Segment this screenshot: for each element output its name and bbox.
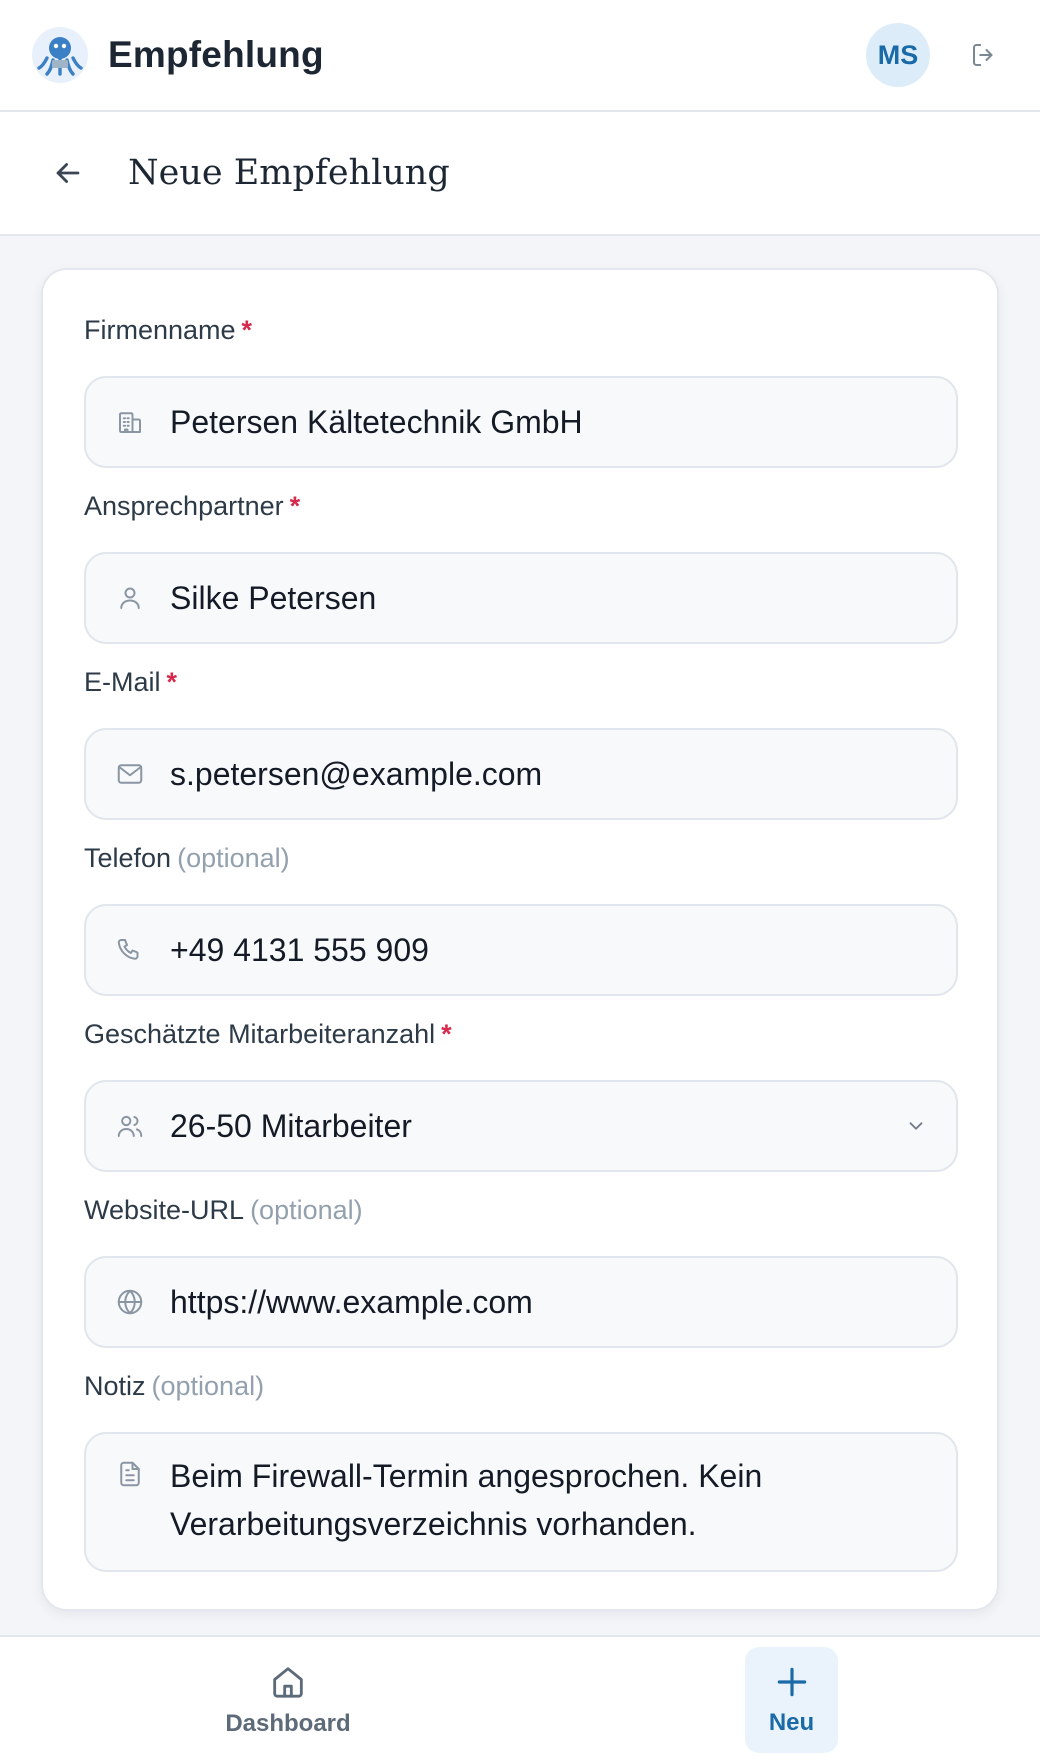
- website-field: Website-URL (optional) https://www.exampl…: [84, 1192, 958, 1348]
- phone-label: Telefon (optional): [84, 843, 290, 873]
- employees-field: Geschätzte Mitarbeiteranzahl * 26-50 Mita…: [84, 1016, 958, 1172]
- plus-icon: [777, 1667, 806, 1697]
- company-label: Firmenname *: [84, 315, 253, 345]
- nav-dashboard-label: Dashboard: [225, 1710, 351, 1737]
- arrow-left-icon: [56, 163, 80, 183]
- required-marker: *: [441, 1019, 452, 1049]
- optional-marker: (optional): [151, 1371, 265, 1401]
- required-marker: *: [289, 491, 301, 521]
- app-root: Empfehlung MS Neue Empfehlung Firmenname…: [0, 0, 1040, 1760]
- user-icon: [114, 582, 146, 614]
- required-marker: *: [241, 315, 253, 345]
- contact-input[interactable]: Silke Petersen: [84, 552, 958, 644]
- note-field: Notiz (optional) Beim Firewall-Termin ang…: [84, 1368, 958, 1572]
- page-title-bar: Neue Empfehlung: [0, 112, 1040, 236]
- nav-new-label: Neu: [768, 1709, 815, 1736]
- company-input[interactable]: Petersen Kältetechnik GmbH: [84, 376, 958, 468]
- phone-value: +49 4131 555 909: [170, 931, 429, 968]
- email-label: E-Mail *: [84, 667, 178, 697]
- website-value: https://www.example.com: [170, 1283, 533, 1320]
- contact-field: Ansprechpartner * Silke Petersen: [84, 488, 958, 644]
- required-marker: *: [166, 667, 178, 697]
- company-value: Petersen Kältetechnik GmbH: [170, 403, 583, 440]
- contact-value: Silke Petersen: [170, 579, 377, 616]
- optional-marker: (optional): [177, 843, 290, 873]
- users-icon: [114, 1110, 146, 1142]
- employees-label: Geschätzte Mitarbeiteranzahl *: [84, 1019, 452, 1049]
- chevron-down-icon: [904, 1114, 928, 1138]
- user-avatar[interactable]: MS: [866, 23, 930, 87]
- globe-icon: [114, 1286, 146, 1318]
- top-header: Empfehlung MS: [0, 0, 1040, 112]
- logout-icon: [973, 44, 993, 66]
- building-icon: [114, 406, 146, 438]
- employees-value: 26-50 Mitarbeiter: [170, 1107, 412, 1144]
- bottom-navigation: Dashboard Neu: [0, 1635, 1040, 1760]
- mail-icon: [114, 758, 146, 790]
- contact-label: Ansprechpartner *: [84, 491, 301, 521]
- page-title: Neue Empfehlung: [128, 153, 450, 193]
- email-input[interactable]: s.petersen@example.com: [84, 728, 958, 820]
- note-textarea[interactable]: Beim Firewall-Termin angesprochen. Kein …: [84, 1432, 958, 1572]
- company-field: Firmenname * Petersen Kältetechnik GmbH: [84, 312, 958, 468]
- optional-marker: (optional): [250, 1195, 363, 1225]
- back-button[interactable]: [48, 153, 88, 193]
- app-name: Empfehlung: [108, 34, 324, 75]
- phone-field: Telefon (optional) +49 4131 555 909: [84, 840, 958, 996]
- octopus-logo-icon: [32, 27, 88, 83]
- note-label: Notiz (optional): [84, 1371, 265, 1401]
- employees-select[interactable]: 26-50 Mitarbeiter: [84, 1080, 958, 1172]
- website-label: Website-URL (optional): [84, 1195, 363, 1225]
- logout-button[interactable]: [964, 35, 1004, 75]
- nav-new[interactable]: Neu: [745, 1647, 838, 1753]
- home-icon: [273, 1667, 303, 1698]
- website-input[interactable]: https://www.example.com: [84, 1256, 958, 1348]
- document-icon: [114, 1458, 146, 1490]
- note-value: Beim Firewall-Termin angesprochen. Kein …: [170, 1458, 763, 1542]
- referral-form-card: Firmenname * Petersen Kältetechnik GmbH A…: [41, 268, 999, 1611]
- phone-input[interactable]: +49 4131 555 909: [84, 904, 958, 996]
- email-field: E-Mail * s.petersen@example.com: [84, 664, 958, 820]
- phone-icon: [114, 934, 146, 966]
- email-value: s.petersen@example.com: [170, 755, 543, 792]
- nav-dashboard[interactable]: Dashboard: [218, 1647, 358, 1753]
